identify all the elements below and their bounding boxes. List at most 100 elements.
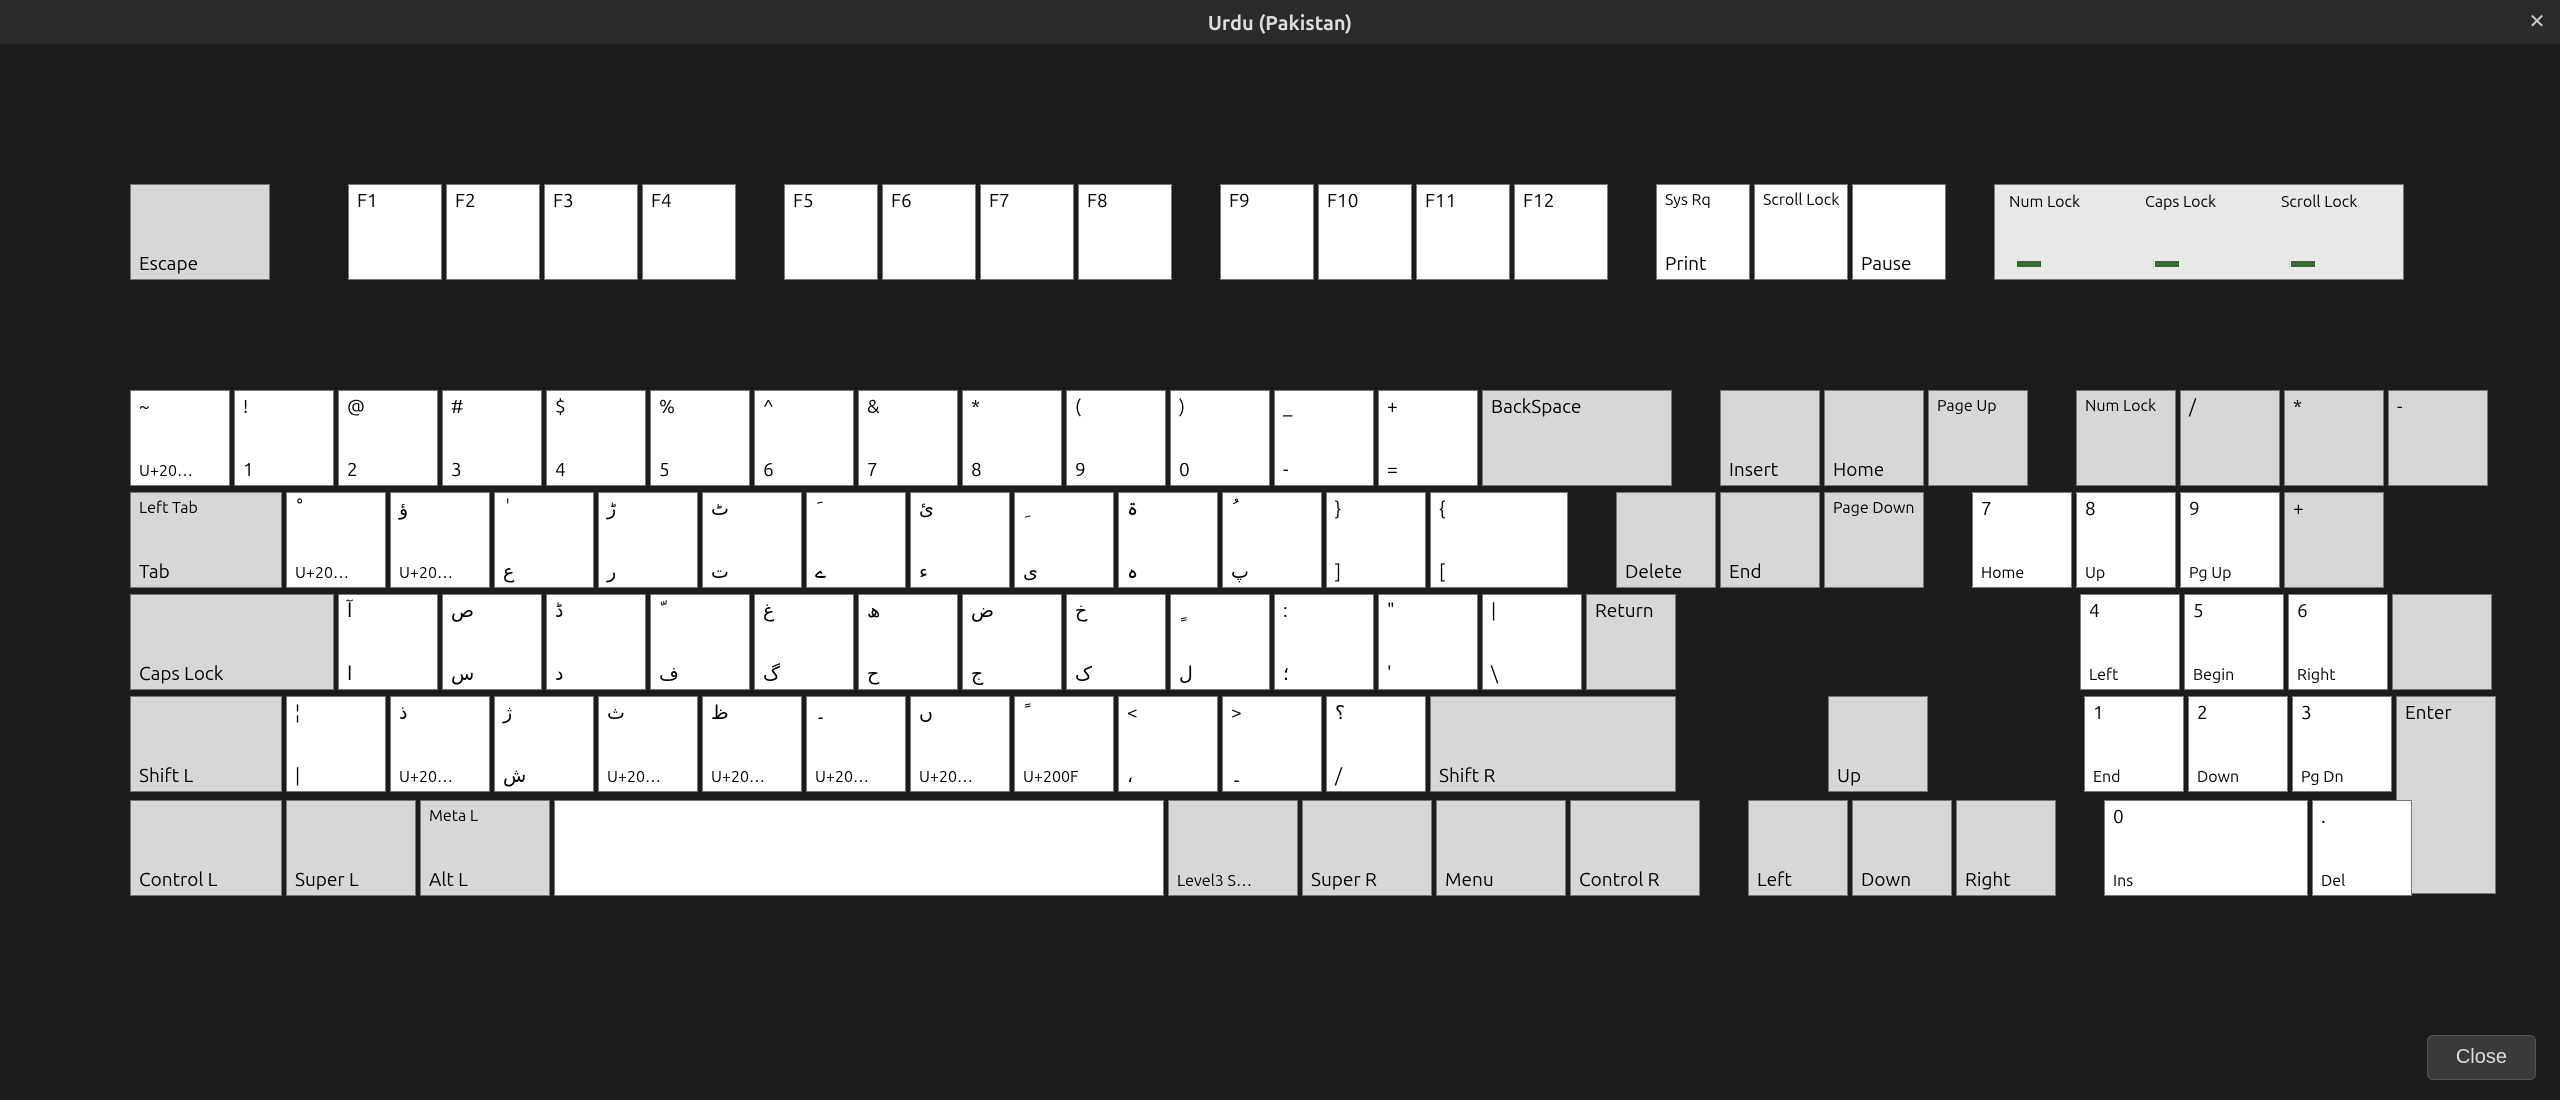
key-g[interactable]: غگ [754,594,854,690]
key-quote[interactable]: "' [1378,594,1478,690]
key-k[interactable]: خک [1066,594,1166,690]
key-end[interactable]: End [1720,492,1820,588]
key-backspace[interactable]: BackSpace [1482,390,1672,486]
key-b[interactable]: ۔U+20… [806,696,906,792]
key-f8[interactable]: F8 [1078,184,1172,280]
key-9[interactable]: (9 [1066,390,1166,486]
key-z[interactable]: ذU+20… [390,696,490,792]
key-up[interactable]: Up [1828,696,1928,792]
key-f9[interactable]: F9 [1220,184,1314,280]
key-4[interactable]: $4 [546,390,646,486]
key-x[interactable]: ژش [494,696,594,792]
key-f1[interactable]: F1 [348,184,442,280]
key-5[interactable]: %5 [650,390,750,486]
key-numpad-1[interactable]: 1End [2084,696,2184,792]
window-close-icon[interactable]: ✕ [2522,6,2552,36]
key-delete[interactable]: Delete [1616,492,1716,588]
key-rbracket[interactable]: {[ [1430,492,1568,588]
key-control-l[interactable]: Control L [130,800,282,896]
key-comma[interactable]: <، [1118,696,1218,792]
key-level3[interactable]: Level3 S… [1168,800,1298,896]
key-numpad-decimal[interactable]: .Del [2312,800,2412,896]
key-f4[interactable]: F4 [642,184,736,280]
key-d[interactable]: ڈد [546,594,646,690]
key-lsgt[interactable]: ¦| [286,696,386,792]
key-n[interactable]: ںU+20… [910,696,1010,792]
key-o[interactable]: ۃہ [1118,492,1218,588]
key-y[interactable]: َے [806,492,906,588]
key-f7[interactable]: F7 [980,184,1074,280]
key-c[interactable]: ثU+20… [598,696,698,792]
key-f5[interactable]: F5 [784,184,878,280]
key-2[interactable]: @2 [338,390,438,486]
key-right[interactable]: Right [1956,800,2056,896]
key-numpad-divide[interactable]: / [2180,390,2280,486]
key-e[interactable]: ٰع [494,492,594,588]
key-return[interactable]: Return [1586,594,1676,690]
key-capslock[interactable]: Caps Lock [130,594,334,690]
key-6[interactable]: ^6 [754,390,854,486]
key-f2[interactable]: F2 [446,184,540,280]
key-numpad-8[interactable]: 8Up [2076,492,2176,588]
key-period[interactable]: >۔ [1222,696,1322,792]
key-0[interactable]: )0 [1170,390,1270,486]
key-escape[interactable]: Escape [130,184,270,280]
key-lbracket[interactable]: }] [1326,492,1426,588]
key-space[interactable] [554,800,1164,896]
key-numpad-0[interactable]: 0Ins [2104,800,2308,896]
key-semicolon[interactable]: :؛ [1274,594,1374,690]
key-f12[interactable]: F12 [1514,184,1608,280]
key-a[interactable]: آا [338,594,438,690]
key-pagedown[interactable]: Page Down [1824,492,1924,588]
key-f3[interactable]: F3 [544,184,638,280]
key-pause[interactable]: Pause [1852,184,1946,280]
key-backslash[interactable]: |\ [1482,594,1582,690]
key-numpad-3[interactable]: 3Pg Dn [2292,696,2392,792]
key-home[interactable]: Home [1824,390,1924,486]
key-7[interactable]: &7 [858,390,958,486]
key-f10[interactable]: F10 [1318,184,1412,280]
key-m[interactable]: ًU+200F [1014,696,1114,792]
key-f[interactable]: ّف [650,594,750,690]
key-w[interactable]: ؤU+20… [390,492,490,588]
key-j[interactable]: ضج [962,594,1062,690]
key-insert[interactable]: Insert [1720,390,1820,486]
key-numpad-blank[interactable] [2392,594,2492,690]
key-f11[interactable]: F11 [1416,184,1510,280]
key-numpad-2[interactable]: 2Down [2188,696,2288,792]
key-1[interactable]: !1 [234,390,334,486]
key-sysrq[interactable]: Sys RqPrint [1656,184,1750,280]
key-down[interactable]: Down [1852,800,1952,896]
key-3[interactable]: #3 [442,390,542,486]
key-alt-l[interactable]: Meta LAlt L [420,800,550,896]
key-8[interactable]: *8 [962,390,1062,486]
key-l[interactable]: ٍل [1170,594,1270,690]
key-numpad-add[interactable]: + [2284,492,2384,588]
key-equal[interactable]: += [1378,390,1478,486]
key-minus[interactable]: _- [1274,390,1374,486]
key-shift-r[interactable]: Shift R [1430,696,1676,792]
key-f6[interactable]: F6 [882,184,976,280]
key-tilde[interactable]: ~U+20… [130,390,230,486]
key-pageup[interactable]: Page Up [1928,390,2028,486]
key-numpad-subtract[interactable]: - [2388,390,2488,486]
key-shift-l[interactable]: Shift L [130,696,282,792]
key-super-l[interactable]: Super L [286,800,416,896]
key-tab[interactable]: Left TabTab [130,492,282,588]
key-numpad-5[interactable]: 5Begin [2184,594,2284,690]
key-s[interactable]: صس [442,594,542,690]
key-r[interactable]: ڑر [598,492,698,588]
key-control-r[interactable]: Control R [1570,800,1700,896]
key-scroll-lock[interactable]: Scroll Lock [1754,184,1848,280]
key-menu[interactable]: Menu [1436,800,1566,896]
key-h[interactable]: ھح [858,594,958,690]
key-numpad-multiply[interactable]: * [2284,390,2384,486]
key-numpad-6[interactable]: 6Right [2288,594,2388,690]
key-numpad-9[interactable]: 9Pg Up [2180,492,2280,588]
close-button[interactable]: Close [2427,1035,2536,1080]
key-numlock[interactable]: Num Lock [2076,390,2176,486]
key-numpad-7[interactable]: 7Home [1972,492,2072,588]
key-left[interactable]: Left [1748,800,1848,896]
key-super-r[interactable]: Super R [1302,800,1432,896]
key-v[interactable]: ظU+20… [702,696,802,792]
